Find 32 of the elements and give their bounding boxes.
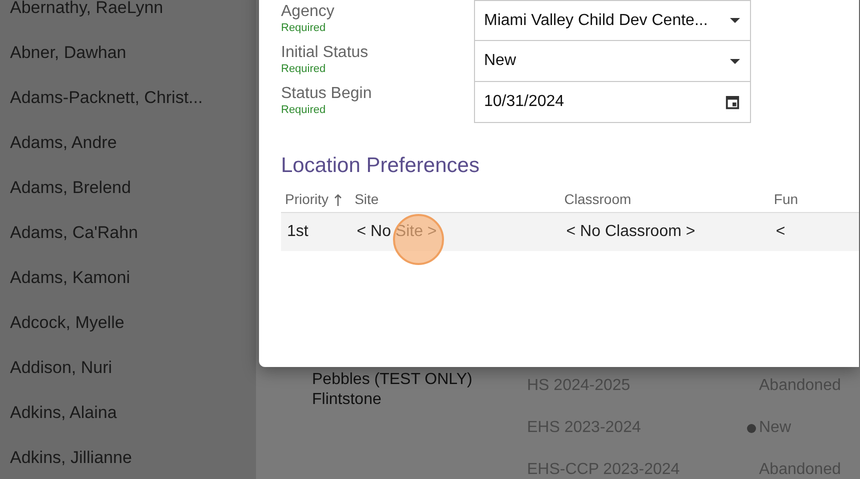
sidebar-item[interactable]: Adams, Ca'Rahn <box>10 220 138 246</box>
required-hint: Required <box>281 63 327 76</box>
sidebar-item[interactable]: Adams, Andre <box>10 130 117 156</box>
child-name[interactable]: Pebbles (TEST ONLY) Flintstone <box>312 370 527 479</box>
column-header[interactable]: Fun <box>770 189 859 210</box>
table-cell: < <box>776 223 786 240</box>
sidebar-item[interactable]: Adams-Packnett, Christ... <box>10 84 203 110</box>
sidebar-item[interactable]: Adkins, Jillianne <box>10 444 132 470</box>
section-title: Location Preferences <box>281 153 480 179</box>
required-hint: Required <box>281 22 327 35</box>
column-header[interactable]: Site <box>350 189 560 210</box>
sidebar-item[interactable]: Abernathy, RaeLynn <box>10 0 164 20</box>
sidebar-item[interactable]: Addison, Nuri <box>10 354 112 380</box>
sidebar-item[interactable]: Adkins, Alaina <box>10 400 117 426</box>
sidebar-item[interactable]: Adcock, Myelle <box>10 310 124 336</box>
sidebar-item[interactable]: Adams, Brelend <box>10 174 131 200</box>
date-field[interactable]: 10/31/2024 <box>474 82 751 123</box>
dropdown-caret-icon <box>730 58 740 64</box>
field-label: Status Begin <box>281 84 373 104</box>
dropdown-caret-icon <box>730 18 740 23</box>
table-cell: 1st <box>287 223 308 240</box>
column-header[interactable]: Priority <box>281 189 351 210</box>
required-hint: Required <box>281 104 327 117</box>
sidebar-item[interactable]: Adams, Kamoni <box>10 264 130 290</box>
dropdown[interactable]: Miami Valley Child Dev Cente... <box>474 0 751 41</box>
column-header[interactable]: Classroom <box>560 189 770 210</box>
table-cell: < No Classroom > <box>566 223 696 240</box>
dropdown[interactable]: New <box>474 41 751 82</box>
sidebar-item[interactable]: Abner, Dawhan <box>10 40 126 66</box>
field-label: Agency <box>281 2 336 22</box>
field-label: Initial Status <box>281 43 370 63</box>
calendar-icon <box>725 94 740 110</box>
